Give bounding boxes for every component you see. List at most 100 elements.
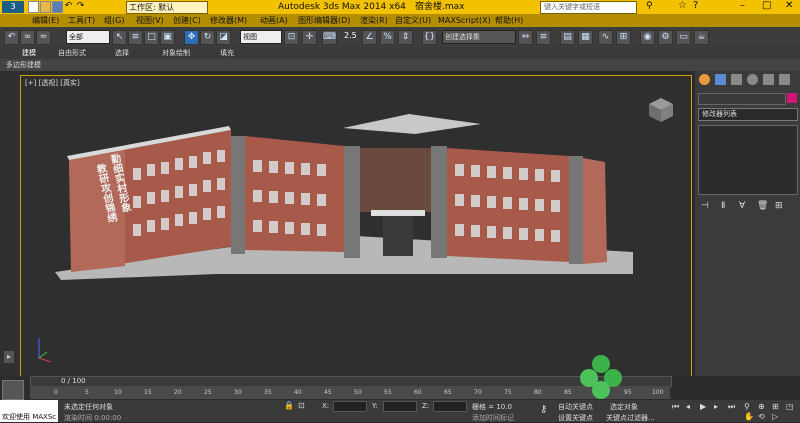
ribbon-sub-label[interactable]: 多边形建模 — [6, 59, 41, 71]
snap-value[interactable]: 2.5 — [344, 31, 357, 40]
lock-icon[interactable]: 🔒 — [284, 401, 294, 410]
ref-coord-dropdown[interactable]: 视图 — [240, 30, 282, 44]
mirror-icon[interactable]: ⇔ — [518, 30, 533, 45]
goto-start-icon[interactable]: ⏮ — [672, 402, 679, 412]
maximize-viewport-icon[interactable]: ◳ — [786, 402, 794, 411]
redo-icon[interactable]: ↷ — [76, 1, 85, 11]
maximize-icon[interactable]: □ — [762, 0, 771, 11]
help-icon[interactable]: ? — [693, 0, 698, 11]
ribbon-tab-object-paint[interactable]: 对象绘制 — [162, 47, 190, 59]
hierarchy-tab-icon[interactable] — [731, 74, 742, 85]
edit-named-sel-icon[interactable]: {} — [422, 30, 437, 45]
pan-icon[interactable]: ✋ — [744, 412, 754, 421]
make-unique-icon[interactable]: ∀ — [739, 201, 745, 211]
goto-end-icon[interactable]: ⏭ — [728, 402, 735, 412]
workspace-dropdown[interactable]: 工作区: 默认 — [126, 1, 208, 14]
ribbon-tab-populate[interactable]: 填充 — [220, 47, 234, 59]
menu-graph-editors[interactable]: 图形编辑器(D) — [298, 14, 350, 27]
curve-editor-icon[interactable]: ∿ — [598, 30, 613, 45]
menu-rendering[interactable]: 渲染(R) — [360, 14, 388, 27]
unlink-icon[interactable]: ≈ — [36, 30, 51, 45]
select-by-name-icon[interactable]: ≡ — [128, 30, 143, 45]
menu-maxscript[interactable]: MAXScript(X) — [438, 14, 491, 27]
select-object-icon[interactable]: ↖ — [112, 30, 127, 45]
search-input[interactable]: 键入关键字或短语 — [540, 1, 637, 14]
open-file-icon[interactable] — [40, 1, 51, 13]
object-color-swatch[interactable] — [787, 93, 797, 103]
pin-stack-icon[interactable]: ⊣ — [701, 201, 709, 211]
menu-modifiers[interactable]: 修改器(M) — [210, 14, 247, 27]
selection-filter-dropdown[interactable]: 全部 — [66, 30, 110, 44]
schematic-icon[interactable]: ⊞ — [616, 30, 631, 45]
app-logo-icon[interactable]: 3 — [2, 1, 24, 13]
perspective-viewport[interactable]: [+] [透视] [真实] 勤细实村形象 教研攻创锦绣 — [20, 75, 692, 377]
window-crossing-icon[interactable]: ▣ — [160, 30, 175, 45]
menu-tools[interactable]: 工具(T) — [68, 14, 95, 27]
layer-manager-icon[interactable]: ▤ — [560, 30, 575, 45]
menu-edit[interactable]: 编辑(E) — [32, 14, 59, 27]
orbit-icon[interactable]: ⟲ — [758, 412, 765, 421]
menu-help[interactable]: 帮助(H) — [495, 14, 523, 27]
zoom-extents-icon[interactable]: ⊞ — [772, 402, 779, 411]
minimize-icon[interactable]: – — [740, 0, 745, 11]
keyboard-shortcut-icon[interactable]: ⌨ — [322, 30, 337, 45]
display-tab-icon[interactable] — [763, 74, 774, 85]
close-icon[interactable]: ✕ — [785, 0, 793, 11]
absolute-mode-icon[interactable]: ⊡ — [298, 401, 305, 410]
viewcube-icon[interactable] — [649, 98, 673, 122]
named-selection-dropdown[interactable]: 创建选择集 — [442, 30, 516, 44]
y-coordinate-field[interactable] — [383, 401, 417, 412]
maxscript-listener[interactable]: 欢迎使用 MAXSc — [0, 400, 58, 422]
modify-tab-icon[interactable] — [715, 74, 726, 85]
rect-selection-icon[interactable]: □ — [144, 30, 159, 45]
configure-sets-icon[interactable]: ⊞ — [775, 201, 783, 211]
render-frame-icon[interactable]: ▭ — [676, 30, 691, 45]
menu-customize[interactable]: 自定义(U) — [395, 14, 431, 27]
fov-icon[interactable]: ▷ — [772, 412, 778, 421]
motion-tab-icon[interactable] — [747, 74, 758, 85]
graphite-icon[interactable]: ▦ — [578, 30, 593, 45]
menu-group[interactable]: 组(G) — [104, 14, 124, 27]
menu-create[interactable]: 创建(C) — [173, 14, 201, 27]
utilities-tab-icon[interactable] — [779, 74, 790, 85]
angle-snap-icon[interactable]: ∠ — [362, 30, 377, 45]
x-coordinate-field[interactable] — [333, 401, 367, 412]
select-link-icon[interactable]: ∞ — [20, 30, 35, 45]
expand-arrow-icon[interactable]: ▸ — [4, 351, 14, 363]
play-icon[interactable]: ▶ — [700, 402, 706, 411]
object-name-field[interactable] — [698, 93, 786, 105]
pivot-center-icon[interactable]: ⊡ — [284, 30, 299, 45]
menu-views[interactable]: 视图(V) — [136, 14, 164, 27]
next-frame-icon[interactable]: ▸ — [714, 402, 718, 411]
prev-frame-icon[interactable]: ◂ — [686, 402, 690, 411]
building-model[interactable]: 勤细实村形象 教研攻创锦绣 — [21, 76, 691, 376]
create-tab-icon[interactable] — [699, 74, 710, 85]
zoom-icon[interactable]: ⚲ — [744, 402, 750, 411]
menu-animation[interactable]: 动画(A) — [260, 14, 288, 27]
remove-modifier-icon[interactable]: 🗑 — [757, 201, 768, 211]
spinner-snap-icon[interactable]: ⇕ — [398, 30, 413, 45]
select-rotate-icon[interactable]: ↻ — [200, 30, 215, 45]
key-mode-icon[interactable]: ⚷ — [540, 404, 547, 415]
binoculars-icon[interactable]: ⚲ — [646, 1, 653, 11]
render-setup-icon[interactable]: ⚙ — [658, 30, 673, 45]
undo-tool-icon[interactable]: ↶ — [4, 30, 19, 45]
save-file-icon[interactable] — [52, 1, 63, 13]
mini-curve-icon[interactable] — [2, 380, 24, 400]
ribbon-tab-modeling[interactable]: 建模 — [22, 47, 36, 59]
show-end-result-icon[interactable]: Ⅱ — [721, 201, 725, 211]
select-manipulate-icon[interactable]: ✛ — [302, 30, 317, 45]
new-file-icon[interactable] — [28, 1, 39, 13]
modifier-stack[interactable] — [698, 125, 798, 195]
zoom-all-icon[interactable]: ⊕ — [758, 402, 765, 411]
align-icon[interactable]: ≡ — [536, 30, 551, 45]
ribbon-tab-selection[interactable]: 选择 — [115, 47, 129, 59]
material-editor-icon[interactable]: ◉ — [640, 30, 655, 45]
z-coordinate-field[interactable] — [433, 401, 467, 412]
undo-icon[interactable]: ↶ — [64, 1, 73, 11]
select-move-icon[interactable]: ✥ — [184, 30, 199, 45]
modifier-list-dropdown[interactable]: 修改器列表 — [698, 108, 798, 121]
track-bar[interactable]: 0 5 10 15 20 25 30 35 40 45 50 55 60 65 … — [30, 386, 670, 399]
percent-snap-icon[interactable]: % — [380, 30, 395, 45]
render-teapot-icon[interactable]: ☕ — [694, 30, 709, 45]
